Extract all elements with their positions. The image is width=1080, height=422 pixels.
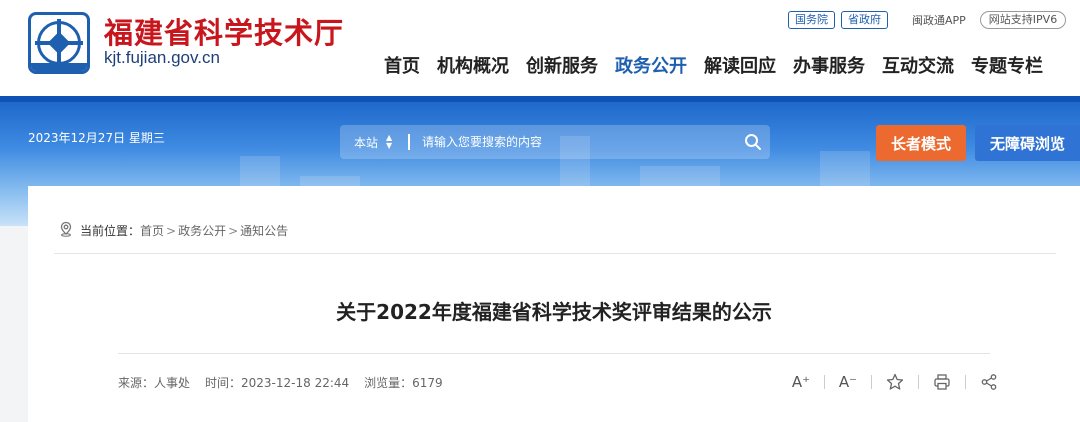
star-icon[interactable] <box>884 372 906 392</box>
nav-item-interaction[interactable]: 互动交流 <box>882 52 954 78</box>
breadcrumb: 当前位置： 首页 > 政务公开 > 通知公告 <box>58 221 288 240</box>
accessibility-button[interactable]: 无障碍浏览 <box>975 125 1080 161</box>
main-nav: 首页 机构概况 创新服务 政务公开 解读回应 办事服务 互动交流 专题专栏 <box>384 52 1060 78</box>
share-icon[interactable] <box>978 372 1000 392</box>
site-header: 福建省科学技术厅 kjt.fujian.gov.cn 国务院 省政府 闽政通AP… <box>0 0 1080 96</box>
nav-item-home[interactable]: 首页 <box>384 52 420 78</box>
search-scope-select[interactable]: 本站 ▲ ▼ <box>340 134 408 151</box>
site-domain: kjt.fujian.gov.cn <box>104 48 220 67</box>
article-card: 当前位置： 首页 > 政务公开 > 通知公告 关于2022年度福建省科学技术奖评… <box>28 186 1080 422</box>
location-pin-icon <box>58 221 74 240</box>
breadcrumb-home[interactable]: 首页 <box>140 222 164 239</box>
article-views: 浏览量：6179 <box>364 376 443 390</box>
nav-item-interpretation[interactable]: 解读回应 <box>704 52 776 78</box>
breadcrumb-gov-affairs[interactable]: 政务公开 <box>178 222 226 239</box>
nav-item-topics[interactable]: 专题专栏 <box>971 52 1043 78</box>
nav-item-services[interactable]: 办事服务 <box>793 52 865 78</box>
ipv6-badge: 网站支持IPV6 <box>979 11 1067 29</box>
sort-arrows-icon: ▲ ▼ <box>386 133 393 150</box>
breadcrumb-separator: > <box>228 223 239 238</box>
print-icon[interactable] <box>931 372 953 392</box>
font-increase-icon[interactable]: A⁺ <box>790 372 812 392</box>
date-text: 2023年12月27日 星期三 <box>28 131 165 145</box>
article-tools: A⁺ A⁻ <box>790 372 1000 392</box>
top-links: 国务院 省政府 闽政通APP 网站支持IPV6 <box>788 10 1067 30</box>
nav-item-gov-affairs[interactable]: 政务公开 <box>615 52 687 78</box>
state-council-link[interactable]: 国务院 <box>788 11 835 29</box>
search-box: 本站 ▲ ▼ <box>340 125 770 159</box>
nav-item-innovation[interactable]: 创新服务 <box>526 52 598 78</box>
article-time: 时间：2023-12-18 22:44 <box>205 376 350 390</box>
org-name[interactable]: 福建省科学技术厅 <box>104 10 344 52</box>
search-scope-label: 本站 <box>354 135 379 150</box>
emblem-logo-icon[interactable] <box>28 12 90 74</box>
divider <box>118 353 990 354</box>
breadcrumb-separator: > <box>166 223 177 238</box>
breadcrumb-notices[interactable]: 通知公告 <box>240 222 288 239</box>
app-link[interactable]: 闽政通APP <box>912 12 966 28</box>
provincial-gov-link[interactable]: 省政府 <box>841 11 888 29</box>
article-title: 关于2022年度福建省科学技术奖评审结果的公示 <box>336 300 772 324</box>
breadcrumb-label: 当前位置： <box>80 224 141 238</box>
search-input[interactable] <box>422 135 736 149</box>
article-source: 来源：人事处 <box>118 376 191 390</box>
nav-item-about[interactable]: 机构概况 <box>437 52 509 78</box>
elder-mode-button[interactable]: 长者模式 <box>876 125 966 161</box>
search-icon[interactable] <box>736 125 770 159</box>
article-meta: 来源：人事处 时间：2023-12-18 22:44 浏览量：6179 <box>118 374 458 391</box>
divider <box>54 253 1056 254</box>
font-decrease-icon[interactable]: A⁻ <box>837 372 859 392</box>
